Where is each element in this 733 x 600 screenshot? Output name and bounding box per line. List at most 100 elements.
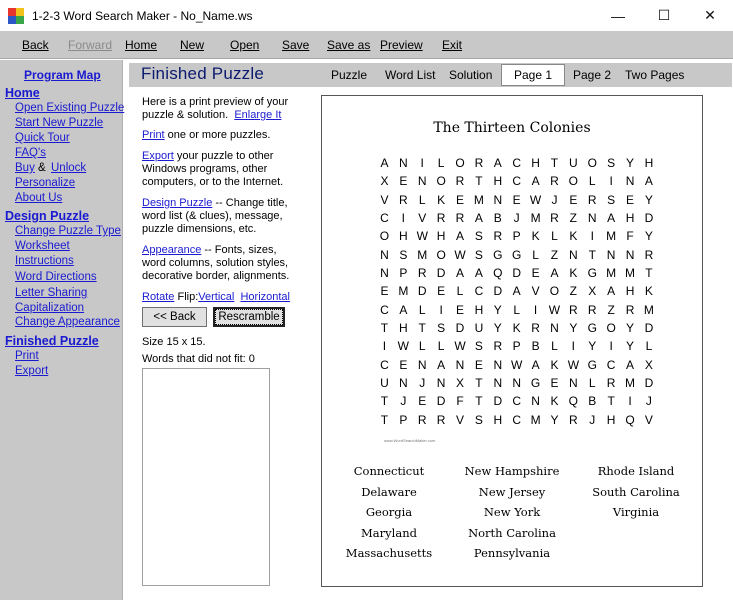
grid-cell: C (512, 156, 522, 170)
sidebar-item-buy[interactable]: Buy (15, 162, 35, 174)
sidebar-item-change-type[interactable]: Change Puzzle Type (15, 225, 121, 237)
sidebar-design-puzzle[interactable]: Design Puzzle (5, 209, 89, 223)
minimize-icon[interactable]: — (595, 0, 641, 31)
grid-cell: T (588, 247, 596, 262)
menu-home[interactable]: Home (125, 38, 157, 52)
grid-cell: E (474, 357, 483, 372)
grid-cell: E (550, 376, 559, 391)
grid-cell: W (454, 247, 466, 262)
grid-cell: Y (644, 192, 653, 207)
grid-cell: O (436, 174, 446, 189)
sidebar-item-faqs[interactable]: FAQ's (15, 147, 46, 159)
grid-cell: G (493, 247, 503, 262)
grid-cell: I (420, 156, 424, 170)
rescramble-button[interactable]: Rescramble (213, 307, 285, 327)
word-list-item: Georgia (365, 505, 413, 519)
close-icon[interactable]: ✕ (687, 0, 733, 31)
menu-forward: Forward (68, 38, 113, 52)
sidebar-item-change-appearance[interactable]: Change Appearance (15, 316, 120, 328)
grid-cell: U (569, 156, 578, 170)
sidebar-item-about-us[interactable]: About Us (15, 192, 62, 204)
print-link[interactable]: Print (142, 129, 165, 141)
tab-two-pages[interactable]: Two Pages (625, 68, 684, 82)
grid-cell: N (399, 156, 408, 170)
grid-cell: D (644, 321, 654, 336)
grid-cell: U (380, 376, 389, 391)
export-link[interactable]: Export (142, 150, 174, 162)
grid-cell: C (380, 357, 389, 372)
grid-cell: I (571, 339, 576, 354)
grid-cell: K (550, 394, 559, 409)
grid-cell: F (626, 229, 634, 244)
sidebar-item-start-new[interactable]: Start New Puzzle (15, 117, 103, 129)
menu-exit[interactable]: Exit (442, 38, 462, 52)
sidebar-item-word-directions[interactable]: Word Directions (15, 271, 97, 283)
sidebar-item-print[interactable]: Print (15, 350, 39, 362)
grid-cell: R (550, 174, 559, 189)
sidebar-item-letter-sharing[interactable]: Letter Sharing (15, 287, 87, 299)
grid-cell: B (531, 339, 540, 354)
sidebar-home[interactable]: Home (5, 86, 40, 100)
grid-row: ANILORACHTUOSYH (375, 154, 658, 172)
menu-save-as[interactable]: Save as (327, 38, 370, 52)
unfit-words-list[interactable] (142, 368, 270, 586)
flip-horizontal-link[interactable]: Horizontal (240, 291, 290, 303)
sidebar-item-quick-tour[interactable]: Quick Tour (15, 132, 70, 144)
tab-word-list[interactable]: Word List (385, 68, 435, 82)
title-bar: 1-2-3 Word Search Maker - No_Name.ws — ☐… (0, 0, 733, 31)
menu-preview[interactable]: Preview (380, 38, 423, 52)
grid-cell: A (512, 284, 521, 299)
menu-open[interactable]: Open (230, 38, 259, 52)
back-button[interactable]: << Back (142, 307, 207, 327)
appearance-link[interactable]: Appearance (142, 244, 201, 256)
grid-cell: K (550, 357, 559, 372)
tab-page-1[interactable]: Page 1 (501, 64, 566, 86)
sidebar-item-export[interactable]: Export (15, 365, 48, 377)
grid-cell: A (437, 357, 446, 372)
grid-cell: L (513, 302, 521, 317)
enlarge-link[interactable]: Enlarge It (234, 109, 281, 121)
flip-vertical-link[interactable]: Vertical (198, 291, 234, 303)
grid-cell: R (399, 192, 408, 207)
sidebar-item-worksheet[interactable]: Worksheet (15, 240, 70, 252)
grid-cell: R (587, 302, 597, 317)
sidebar-item-personalize[interactable]: Personalize (15, 177, 75, 189)
sidebar-program-map[interactable]: Program Map (24, 68, 101, 82)
grid-cell: R (493, 339, 503, 354)
tab-page-2[interactable]: Page 2 (573, 68, 611, 82)
grid-cell: A (456, 229, 465, 244)
grid-cell: R (436, 412, 446, 427)
tab-puzzle[interactable]: Puzzle (331, 68, 367, 82)
grid-cell: I (439, 302, 443, 317)
menu-new[interactable]: New (180, 38, 204, 52)
grid-cell: N (417, 174, 427, 189)
grid-row: NSMOWSGGLZNTNNR (375, 246, 658, 264)
grid-cell: R (417, 412, 427, 427)
grid-cell: L (645, 339, 653, 354)
design-puzzle-link[interactable]: Design Puzzle (142, 197, 212, 209)
grid-cell: K (531, 229, 540, 244)
sidebar-item-capitalization[interactable]: Capitalization (15, 302, 84, 314)
menu-save[interactable]: Save (282, 38, 309, 52)
sidebar-item-open-existing[interactable]: Open Existing Puzzle (15, 102, 124, 114)
sidebar-item-unlock[interactable]: Unlock (51, 162, 86, 174)
grid-cell: E (569, 192, 578, 207)
sidebar-item-instructions[interactable]: Instructions (15, 255, 74, 267)
maximize-icon[interactable]: ☐ (641, 0, 687, 31)
grid-cell: A (644, 174, 653, 189)
grid-cell: H (606, 412, 616, 427)
menu-back[interactable]: Back (22, 38, 49, 52)
grid-cell: S (607, 192, 616, 207)
grid-cell: J (400, 394, 407, 409)
grid-cell: H (436, 229, 446, 244)
grid-cell: K (569, 266, 578, 281)
tab-solution[interactable]: Solution (449, 68, 492, 82)
grid-cell: H (474, 302, 484, 317)
grid-cell: O (606, 321, 616, 336)
grid-cell: N (625, 174, 635, 189)
grid-row: IWLLWSRPBLIYIYL (375, 337, 658, 355)
sidebar-finished-puzzle[interactable]: Finished Puzzle (5, 334, 99, 348)
rotate-link[interactable]: Rotate (142, 291, 174, 303)
grid-cell: A (607, 284, 616, 299)
grid-cell: I (590, 229, 594, 244)
